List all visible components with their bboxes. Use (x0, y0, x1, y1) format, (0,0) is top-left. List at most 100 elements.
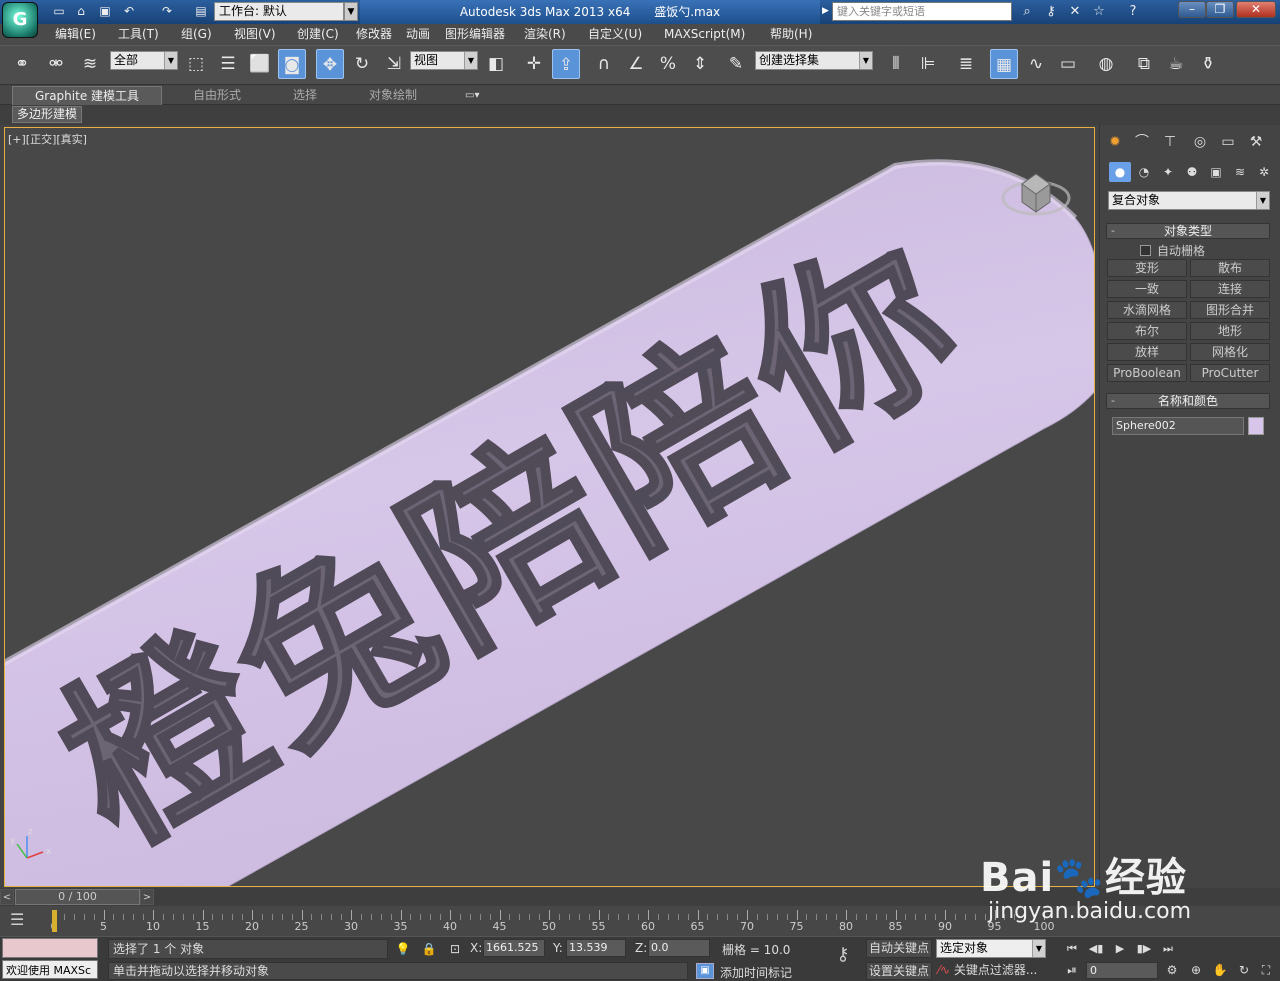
add-time-tag-button[interactable]: 添加时间标记 (720, 964, 792, 981)
selection-filter-dropdown[interactable]: 全部 ▼ (110, 51, 178, 70)
workspace-dropdown[interactable]: 工作台: 默认 (214, 2, 344, 21)
geometry-icon[interactable]: ● (1109, 162, 1131, 182)
object-name-field[interactable]: Sphere002 (1112, 417, 1244, 435)
object-type-rollout-header[interactable]: - 对象类型 (1106, 223, 1270, 239)
chevron-down-icon[interactable]: ▼ (344, 2, 358, 21)
schematic-view-icon[interactable]: ▭ (1054, 49, 1082, 79)
previous-frame-icon[interactable]: ◀▮ (1086, 941, 1106, 957)
isolate-selection-icon[interactable]: 💡 (394, 940, 412, 958)
menu-view[interactable]: 视图(V) (234, 24, 276, 45)
object-color-swatch[interactable] (1248, 417, 1264, 435)
project-folder-icon[interactable]: ▤ (192, 3, 210, 20)
modify-tab-icon[interactable]: ⌒ (1130, 131, 1154, 153)
search-input[interactable]: 键入关键字或短语 (832, 2, 1012, 21)
absolute-mode-icon[interactable]: ⊡ (446, 940, 464, 958)
object-type-scatter-button[interactable]: 散布 (1190, 259, 1270, 277)
rectangular-selection-icon[interactable]: ⬜ (246, 49, 274, 79)
maximize-viewport-icon[interactable]: ⛶ (1256, 962, 1276, 979)
object-type-proboolean-button[interactable]: ProBoolean (1107, 364, 1187, 382)
viewport-label[interactable]: [+][正交][真实] (8, 131, 87, 147)
favorites-star-icon[interactable]: ☆ (1088, 3, 1110, 20)
ribbon-options-icon[interactable]: ▭▾ (465, 86, 479, 105)
key-filters-button[interactable]: ⁄∿ 关键点过滤器... (938, 962, 1048, 980)
set-key-button[interactable]: 设置关键点 (866, 962, 932, 980)
expand-arrow-icon[interactable]: ▶ (822, 2, 832, 21)
menu-edit[interactable]: 编辑(E) (55, 24, 96, 45)
utilities-tab-icon[interactable]: ⚒ (1244, 131, 1268, 153)
key-mode-toggle-icon[interactable]: ⏯ (1062, 962, 1082, 979)
select-and-rotate-icon[interactable]: ↻ (348, 49, 376, 79)
time-slider[interactable]: 0 / 100 (15, 889, 140, 905)
time-tag-icon[interactable]: ▣ (696, 963, 714, 979)
current-frame-field[interactable]: 0 (1086, 962, 1158, 979)
key-selection-dropdown[interactable]: 选定对象 ▼ (936, 939, 1046, 958)
play-icon[interactable]: ▶ (1110, 941, 1130, 957)
object-category-dropdown[interactable]: 复合对象 ▼ (1108, 191, 1270, 210)
mini-curve-editor-icon[interactable]: ☰ (10, 910, 24, 929)
menu-graph-editors[interactable]: 图形编辑器 (445, 24, 505, 45)
mirror-icon[interactable]: ⫴ (882, 49, 910, 79)
zoom-icon[interactable]: ⊕ (1186, 962, 1206, 979)
menu-animation[interactable]: 动画 (406, 24, 430, 45)
x-coordinate-field[interactable]: 1661.525 (483, 939, 545, 957)
name-color-rollout-header[interactable]: - 名称和颜色 (1106, 393, 1270, 409)
auto-grid-checkbox[interactable]: 自动栅格 (1140, 242, 1205, 259)
tab-object-paint[interactable]: 对象绘制 (369, 86, 417, 105)
rendered-frame-window-icon[interactable]: ☕ (1162, 49, 1190, 79)
tab-freeform[interactable]: 自由形式 (193, 86, 241, 105)
named-selection-sets-dropdown[interactable]: 创建选择集 ▼ (755, 51, 873, 70)
save-icon[interactable]: ▣ (96, 3, 114, 20)
pivot-center-icon[interactable]: ◧ (482, 49, 510, 79)
create-tab-icon[interactable]: ✹ (1103, 131, 1127, 153)
menu-help[interactable]: 帮助(H) (770, 24, 812, 45)
object-type-blobmesh-button[interactable]: 水滴网格 (1107, 301, 1187, 319)
object-type-boolean-button[interactable]: 布尔 (1107, 322, 1187, 340)
curve-editor-icon[interactable]: ∿ (1022, 49, 1050, 79)
time-configuration-icon[interactable]: ⚙ (1162, 962, 1182, 979)
go-to-start-icon[interactable]: ⏮ (1062, 941, 1082, 957)
set-key-icon[interactable]: ⚷ (828, 944, 858, 970)
systems-icon[interactable]: ✲ (1253, 162, 1275, 182)
motion-tab-icon[interactable]: ◎ (1188, 131, 1212, 153)
display-tab-icon[interactable]: ▭ (1216, 131, 1240, 153)
spinner-snap-icon[interactable]: ⇕ (686, 49, 714, 79)
object-type-mesher-button[interactable]: 网格化 (1190, 343, 1270, 361)
z-coordinate-field[interactable]: 0.0 (648, 939, 710, 957)
object-type-conform-button[interactable]: 一致 (1107, 280, 1187, 298)
next-frame-arrow-icon[interactable]: > (140, 889, 154, 905)
select-object-icon[interactable]: ⬚ (182, 49, 210, 79)
next-frame-icon[interactable]: ▮▶ (1134, 941, 1154, 957)
selection-lock-icon[interactable]: 🔒 (420, 940, 438, 958)
cameras-icon[interactable]: ⚉ (1181, 162, 1203, 182)
snaps-toggle-icon[interactable]: ∩ (590, 49, 618, 79)
percent-snap-icon[interactable]: % (654, 49, 682, 79)
welcome-text[interactable]: 欢迎使用 MAXSc (2, 960, 98, 979)
render-setup-icon[interactable]: ⧉ (1130, 49, 1158, 79)
align-icon[interactable]: ⊫ (914, 49, 942, 79)
binoculars-icon[interactable]: ⌕ (1016, 3, 1038, 20)
tab-selection[interactable]: 选择 (293, 86, 317, 105)
layer-manager-icon[interactable]: ≣ (952, 49, 980, 79)
render-production-icon[interactable]: ⚱ (1194, 49, 1222, 79)
menu-create[interactable]: 创建(C) (297, 24, 339, 45)
perspective-viewport[interactable]: 橙兔陪陪你 z y x (4, 127, 1095, 887)
object-type-shapemerge-button[interactable]: 图形合并 (1190, 301, 1270, 319)
object-type-terrain-button[interactable]: 地形 (1190, 322, 1270, 340)
hierarchy-tab-icon[interactable]: ⊤ (1158, 131, 1182, 153)
maxscript-listener-mini[interactable] (2, 938, 98, 958)
redo-icon[interactable]: ↷ (158, 3, 176, 20)
angle-snap-icon[interactable]: ∠ (622, 49, 650, 79)
timeline-ruler[interactable]: 0510152025303540455055606570758085909510… (50, 906, 1055, 936)
helpers-icon[interactable]: ▣ (1205, 162, 1227, 182)
auto-key-button[interactable]: 自动关键点 (866, 939, 932, 958)
graphite-toggle-icon[interactable]: ▦ (990, 49, 1018, 79)
window-crossing-icon[interactable]: ◙ (278, 49, 306, 79)
menu-tools[interactable]: 工具(T) (118, 24, 159, 45)
object-type-connect-button[interactable]: 连接 (1190, 280, 1270, 298)
communication-icon[interactable]: ✕ (1064, 3, 1086, 20)
current-frame-marker[interactable] (52, 910, 57, 932)
shapes-icon[interactable]: ◔ (1133, 162, 1155, 182)
help-icon[interactable]: ? (1122, 3, 1144, 20)
open-file-icon[interactable]: ⌂ (72, 3, 90, 20)
unlink-icon[interactable]: ⚮ (42, 49, 70, 79)
